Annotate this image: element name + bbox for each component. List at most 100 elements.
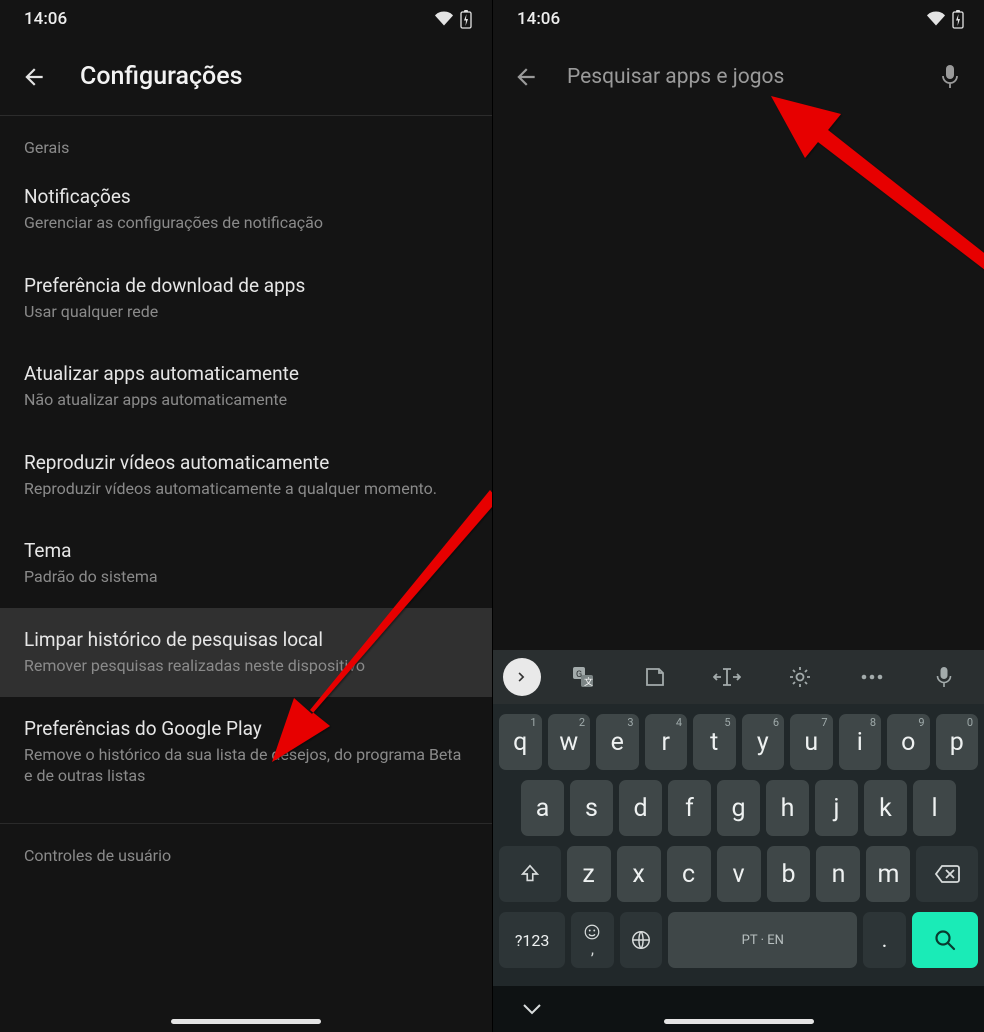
suggestion-sticker-button[interactable] [625,650,685,704]
key-h[interactable]: h [766,780,809,836]
keyboard: G文 q1 w2 e3 r4 t5 [493,650,984,1032]
svg-text:文: 文 [584,676,593,688]
key-n[interactable]: n [816,846,860,902]
key-language[interactable] [620,912,663,968]
key-i[interactable]: i8 [839,714,882,770]
status-time: 14:06 [517,9,560,29]
gear-icon [788,665,812,689]
key-p[interactable]: p0 [936,714,979,770]
setting-item-theme[interactable]: Tema Padrão do sistema [0,519,492,608]
screen-settings: 14:06 Configurações Gerais Notificações … [0,0,492,1032]
status-icons [926,10,964,29]
svg-text:G: G [576,670,582,680]
section-header-gerais: Gerais [0,116,492,165]
key-t[interactable]: t5 [693,714,736,770]
key-b[interactable]: b [767,846,811,902]
shift-icon [519,863,541,885]
setting-item-auto-update[interactable]: Atualizar apps automaticamente Não atual… [0,342,492,431]
setting-item-download-preference[interactable]: Preferência de download de apps Usar qua… [0,254,492,343]
key-g[interactable]: g [717,780,760,836]
key-search[interactable] [912,912,978,968]
arrow-left-icon [21,64,47,90]
back-button[interactable] [513,64,539,90]
arrow-left-icon [513,64,539,90]
translate-icon: G文 [571,665,595,689]
key-r[interactable]: r4 [645,714,688,770]
setting-sub: Reproduzir vídeos automaticamente a qual… [24,478,468,500]
key-symbols[interactable]: ?123 [499,912,565,968]
suggestion-bar: G文 [493,650,984,704]
key-v[interactable]: v [717,846,761,902]
key-backspace[interactable] [916,846,978,902]
suggestion-translate-button[interactable]: G文 [553,650,613,704]
setting-title: Tema [24,539,468,562]
key-shift[interactable] [499,846,561,902]
page-title: Configurações [80,62,242,91]
setting-item-autoplay-videos[interactable]: Reproduzir vídeos automaticamente Reprod… [0,431,492,520]
key-m[interactable]: m [866,846,910,902]
keyboard-row-2: a s d f g h j k l [499,780,978,836]
dots-horizontal-icon [860,674,884,680]
text-select-icon [713,667,741,687]
keyboard-row-3: z x c v b n m [499,846,978,902]
key-j[interactable]: j [815,780,858,836]
key-emoji[interactable]: , [571,912,614,968]
key-z[interactable]: z [567,846,611,902]
nav-indicator [664,1019,814,1024]
wifi-icon [434,11,454,27]
key-c[interactable]: c [667,846,711,902]
key-w[interactable]: w2 [548,714,591,770]
setting-title: Atualizar apps automaticamente [24,362,468,385]
setting-item-notificacoes[interactable]: Notificações Gerenciar as configurações … [0,165,492,254]
key-q[interactable]: q1 [499,714,542,770]
key-f[interactable]: f [668,780,711,836]
key-space[interactable]: PT · EN [668,912,857,968]
battery-icon [952,10,964,29]
header: Configurações [0,38,492,116]
mic-icon [941,64,959,90]
setting-item-clear-search-history[interactable]: Limpar histórico de pesquisas local Remo… [0,608,492,697]
nav-indicator [171,1019,321,1024]
setting-sub: Não atualizar apps automaticamente [24,389,468,411]
key-u[interactable]: u7 [790,714,833,770]
annotation-arrow-icon [753,90,984,290]
sticker-icon [643,665,667,689]
suggestion-more-button[interactable] [842,650,902,704]
search-header: Pesquisar apps e jogos [493,38,984,116]
search-input[interactable]: Pesquisar apps e jogos [567,65,908,89]
suggestion-expand-button[interactable] [503,658,541,696]
key-period[interactable]: . [863,912,906,968]
key-k[interactable]: k [864,780,907,836]
key-s[interactable]: s [570,780,613,836]
mic-icon [936,666,952,688]
suggestion-voice-button[interactable] [914,650,974,704]
keyboard-collapse-button[interactable] [519,1003,545,1015]
setting-sub: Remover pesquisas realizadas neste dispo… [24,655,468,677]
search-icon [933,928,957,952]
voice-search-button[interactable] [936,63,964,91]
chevron-right-icon [515,670,529,684]
key-x[interactable]: x [617,846,661,902]
key-l[interactable]: l [913,780,956,836]
setting-title: Preferências do Google Play [24,717,468,740]
key-y[interactable]: y6 [742,714,785,770]
key-a[interactable]: a [521,780,564,836]
setting-title: Notificações [24,185,468,208]
battery-icon [460,10,472,29]
status-bar: 14:06 [493,0,984,38]
back-button[interactable] [20,63,48,91]
suggestion-settings-button[interactable] [770,650,830,704]
key-o[interactable]: o9 [887,714,930,770]
setting-title: Reproduzir vídeos automaticamente [24,451,468,474]
key-d[interactable]: d [619,780,662,836]
status-bar: 14:06 [0,0,492,38]
backspace-icon [934,864,960,884]
keyboard-keys: q1 w2 e3 r4 t5 y6 u7 i8 o9 p0 a s d f g … [493,704,984,986]
setting-sub: Padrão do sistema [24,566,468,588]
setting-sub: Remove o histórico da sua lista de desej… [24,744,468,787]
globe-icon [630,929,652,951]
screen-search: 14:06 Pesquisar apps e jogos G文 [492,0,984,1032]
key-e[interactable]: e3 [596,714,639,770]
suggestion-cursor-button[interactable] [697,650,757,704]
setting-item-play-preferences[interactable]: Preferências do Google Play Remove o his… [0,697,492,807]
